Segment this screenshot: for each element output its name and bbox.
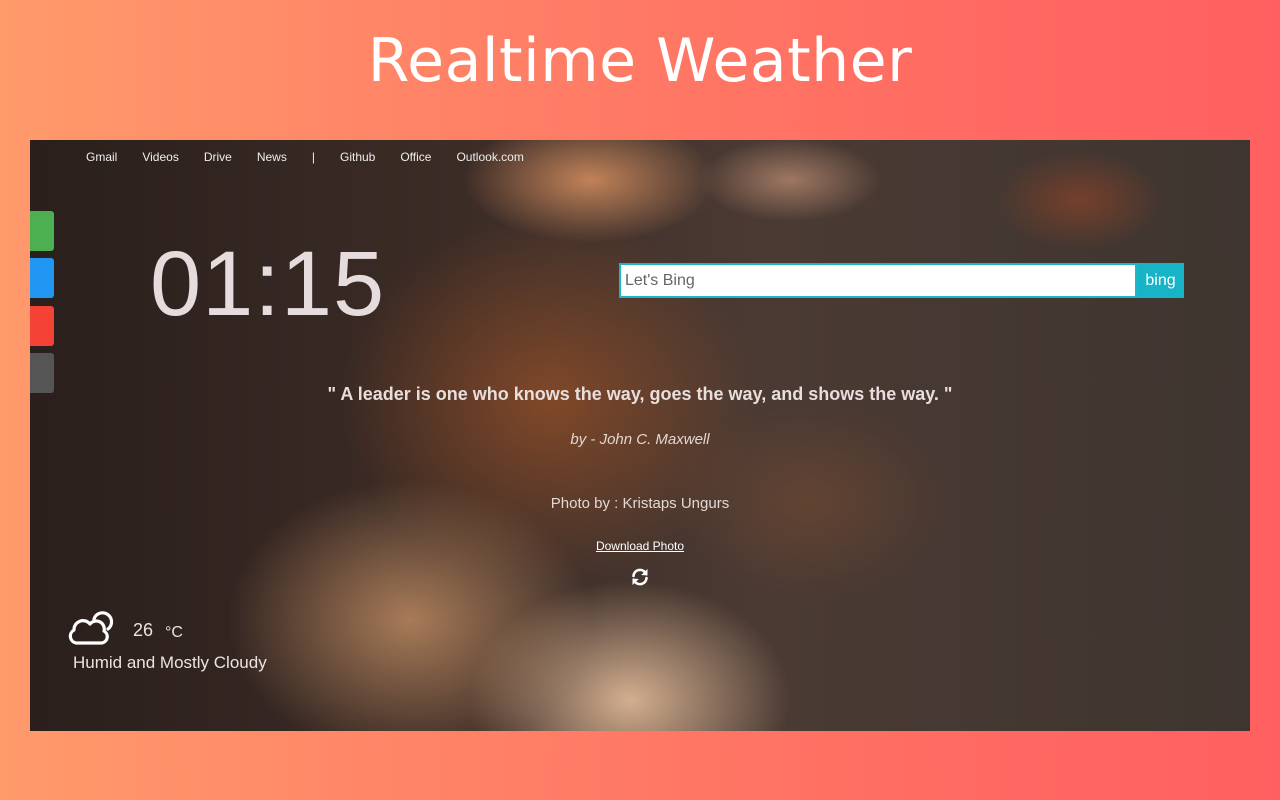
- search-bar: bing: [619, 263, 1184, 298]
- promo-title: Realtime Weather: [367, 26, 913, 96]
- top-nav: Gmail Videos Drive News | Github Office …: [86, 150, 549, 164]
- bing-search-button[interactable]: bing: [1137, 263, 1184, 298]
- download-photo-wrap: Download Photo: [30, 539, 1250, 553]
- download-photo-link[interactable]: Download Photo: [596, 539, 684, 553]
- quote-text: " A leader is one who knows the way, goe…: [327, 384, 953, 404]
- partly-cloudy-icon: [64, 603, 118, 651]
- side-tab-red[interactable]: [30, 306, 54, 346]
- side-tab-blue[interactable]: [30, 258, 54, 298]
- clock-time: 01:15: [150, 233, 386, 335]
- nav-link-news[interactable]: News: [257, 150, 287, 164]
- temperature-unit: °C: [165, 624, 183, 641]
- nav-link-gmail[interactable]: Gmail: [86, 150, 117, 164]
- temperature-value: 26: [133, 620, 154, 640]
- quote-author: by - John C. Maxwell: [570, 431, 710, 448]
- new-tab-page: Gmail Videos Drive News | Github Office …: [30, 140, 1250, 731]
- photo-credit: Photo by : Kristaps Ungurs: [550, 495, 730, 512]
- nav-link-videos[interactable]: Videos: [142, 150, 178, 164]
- nav-link-drive[interactable]: Drive: [204, 150, 232, 164]
- weather-condition: Humid and Mostly Cloudy: [73, 653, 267, 672]
- refresh-icon[interactable]: [629, 566, 651, 588]
- nav-link-office[interactable]: Office: [400, 150, 431, 164]
- side-tab-green[interactable]: [30, 211, 54, 251]
- nav-separator: |: [311, 150, 315, 164]
- search-input[interactable]: [619, 263, 1137, 298]
- nav-link-outlook[interactable]: Outlook.com: [456, 150, 523, 164]
- nav-link-github[interactable]: Github: [340, 150, 375, 164]
